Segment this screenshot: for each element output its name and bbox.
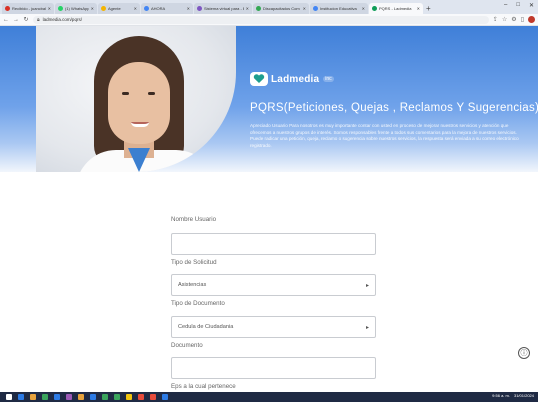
taskbar-app-icon[interactable]: [18, 394, 24, 400]
tab-favicon-icon: [256, 6, 261, 11]
tray-time[interactable]: 9:56 a. m.: [492, 393, 510, 398]
extensions-icon[interactable]: ⚙: [511, 16, 516, 23]
pharmacist-photo: [36, 26, 236, 172]
window-controls: – □ ✕: [504, 2, 534, 9]
browser-tab[interactable]: Sistema virtual para - Bus✕: [194, 3, 252, 14]
share-icon[interactable]: ⇪: [493, 16, 498, 23]
ladmedia-logo[interactable]: Ladmedia inc: [250, 72, 334, 86]
url-text[interactable]: ladmedia.com/pqrs/: [43, 17, 82, 22]
windows-taskbar: [0, 392, 538, 402]
browser-tab[interactable]: (1) WhatsApp ✕: [55, 3, 97, 14]
taskbar-app-icon[interactable]: [54, 394, 60, 400]
tab-title: AHORA: [151, 6, 166, 11]
taskbar-app-icon[interactable]: [150, 394, 156, 400]
info-icon[interactable]: ⓘ: [518, 347, 530, 359]
tab-close-icon[interactable]: ✕: [246, 6, 249, 11]
browser-tab[interactable]: Discapacitados Com ✕: [253, 3, 309, 14]
taskbar-app-icon[interactable]: [162, 394, 168, 400]
nombre-usuario-label: Nombre Usuario: [171, 216, 217, 223]
tab-title: Agente: [108, 6, 121, 11]
caret-icon: ▸: [365, 324, 369, 331]
browser-tab[interactable]: Institucion Educativa ✕: [310, 3, 368, 14]
tab-title: PQRS - Ladmedia: [379, 6, 412, 11]
browser-tab[interactable]: AHORA ✕: [141, 3, 193, 14]
tipo-solicitud-select[interactable]: Asistencias ▸: [171, 274, 376, 296]
star-icon[interactable]: ☆: [502, 16, 507, 23]
taskbar-app-icon[interactable]: [126, 394, 132, 400]
lock-icon[interactable]: 🔒︎: [37, 17, 40, 23]
tipo-documento-value: Cedula de Ciudadania: [178, 324, 234, 330]
tipo-documento-select[interactable]: Cedula de Ciudadania ▸: [171, 316, 376, 338]
taskbar-app-icon[interactable]: [66, 394, 72, 400]
reload-icon[interactable]: ↻: [23, 16, 29, 23]
maximize-button[interactable]: □: [516, 2, 520, 9]
taskbar-app-icon[interactable]: [90, 394, 96, 400]
tipo-solicitud-label: Tipo de Solicitud: [171, 259, 217, 266]
new-tab-button[interactable]: +: [426, 4, 431, 14]
tipo-documento-label: Tipo de Documento: [171, 300, 225, 307]
logo-suffix: inc: [323, 76, 334, 82]
taskbar-app-icon[interactable]: [30, 394, 36, 400]
heart-logo-icon: [250, 72, 268, 86]
documento-label: Documento: [171, 342, 203, 349]
tab-title: Discapacitados Com: [263, 6, 300, 11]
taskbar-app-icon[interactable]: [114, 394, 120, 400]
tipo-solicitud-value: Asistencias: [178, 282, 207, 288]
tab-title: Institucion Educativa: [320, 6, 357, 11]
page-title: PQRS(Peticiones, Quejas , Reclamos Y Sug…: [250, 102, 538, 114]
tab-close-icon[interactable]: ✕: [48, 6, 51, 11]
start-menu-icon[interactable]: [6, 394, 12, 400]
close-window-button[interactable]: ✕: [529, 2, 534, 9]
tab-title: (1) WhatsApp: [65, 6, 89, 11]
minimize-button[interactable]: –: [504, 2, 507, 9]
tab-close-icon[interactable]: ✕: [417, 6, 420, 11]
forward-arrow-icon[interactable]: →: [13, 17, 19, 23]
hero-banner: Ladmedia inc PQRS(Peticiones, Quejas , R…: [0, 26, 538, 172]
browser-tab[interactable]: Agente ✕: [98, 3, 140, 14]
page-description: Apreciado Usuario Para nosotros es muy i…: [250, 123, 519, 148]
tab-favicon-icon: [5, 6, 10, 11]
tab-close-icon[interactable]: ✕: [134, 6, 137, 11]
logo-text: Ladmedia: [271, 73, 320, 85]
tab-close-icon[interactable]: ✕: [303, 6, 306, 11]
tray-date[interactable]: 31/01/2024: [514, 393, 534, 398]
tab-strip: Recibido - juancbaltazar✕(1) WhatsApp✕Ag…: [0, 0, 538, 14]
taskbar-app-icon[interactable]: [78, 394, 84, 400]
taskbar-app-icon[interactable]: [102, 394, 108, 400]
browser-tab[interactable]: Recibido - juancbaltazar✕: [2, 3, 54, 14]
address-bar[interactable]: 🔒︎ ladmedia.com/pqrs/: [33, 15, 489, 24]
tab-title: Recibido - juancbaltazar: [12, 6, 46, 11]
browser-toolbar: ← → ↻ 🔒︎ ladmedia.com/pqrs/ ⇪ ☆ ⚙ ▯: [0, 14, 538, 26]
profile-avatar[interactable]: [528, 16, 535, 23]
taskbar-app-icon[interactable]: [42, 394, 48, 400]
documento-input[interactable]: [171, 357, 376, 379]
tab-favicon-icon: [372, 6, 377, 11]
nombre-usuario-input[interactable]: [171, 233, 376, 255]
browser-tab[interactable]: PQRS - Ladmedia ✕: [369, 3, 423, 14]
tab-close-icon[interactable]: ✕: [91, 6, 94, 11]
tab-favicon-icon: [101, 6, 106, 11]
browser-window: Recibido - juancbaltazar✕(1) WhatsApp✕Ag…: [0, 0, 538, 402]
tab-close-icon[interactable]: ✕: [362, 6, 365, 11]
sidepanel-icon[interactable]: ▯: [521, 16, 524, 23]
eps-label: Eps a la cual pertenece: [171, 383, 236, 390]
tab-favicon-icon: [58, 6, 63, 11]
tab-favicon-icon: [197, 6, 202, 11]
system-tray: 9:56 a. m. 31/01/2024: [492, 393, 534, 398]
tab-title: Sistema virtual para - Bus: [204, 6, 244, 11]
tab-favicon-icon: [313, 6, 318, 11]
back-arrow-icon[interactable]: ←: [3, 17, 9, 23]
taskbar-app-icon[interactable]: [138, 394, 144, 400]
caret-icon: ▸: [365, 282, 369, 289]
tab-close-icon[interactable]: ✕: [187, 6, 190, 11]
tab-favicon-icon: [144, 6, 149, 11]
